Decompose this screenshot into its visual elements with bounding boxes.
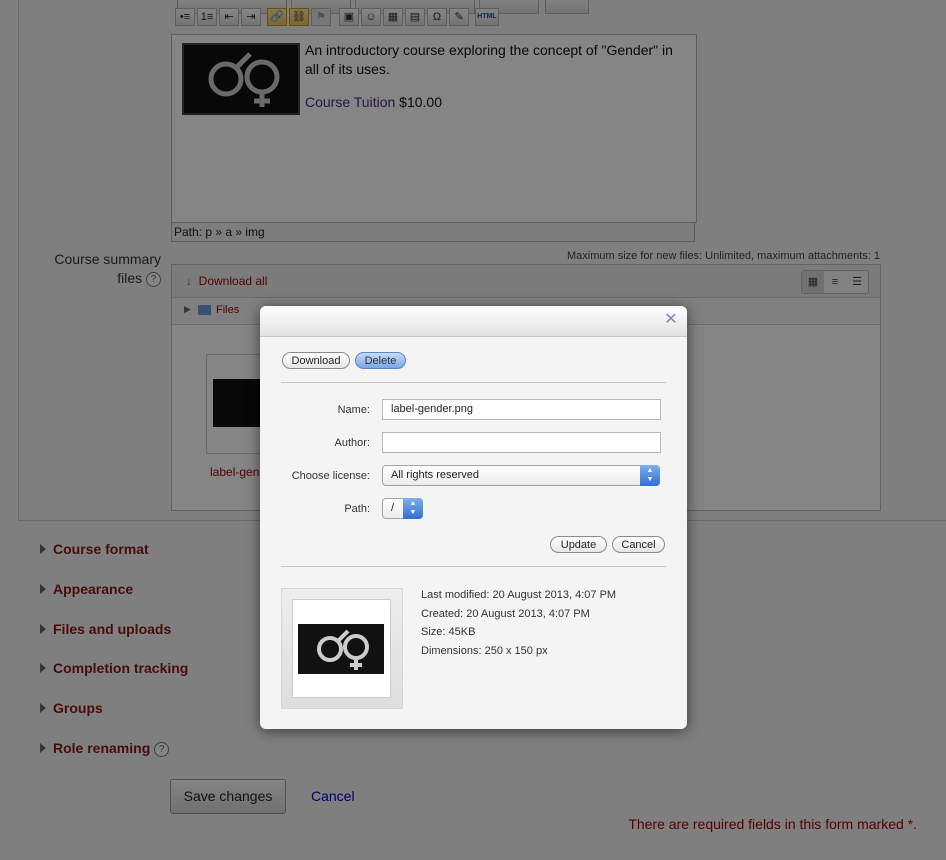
license-label: Choose license: bbox=[291, 470, 370, 482]
image-dimensions: Dimensions: 250 x 150 px bbox=[421, 645, 548, 657]
file-preview bbox=[281, 588, 403, 709]
file-details-dialog: ✕ Download Delete Name: label-gender.png… bbox=[260, 306, 687, 729]
name-field[interactable]: label-gender.png bbox=[382, 399, 661, 420]
close-icon[interactable]: ✕ bbox=[663, 312, 679, 328]
path-select[interactable]: / ▲ ▼ bbox=[382, 498, 423, 519]
last-modified: Last modified: 20 August 2013, 4:07 PM bbox=[421, 589, 617, 601]
author-field[interactable] bbox=[382, 432, 661, 453]
author-label: Author: bbox=[334, 437, 370, 449]
license-select[interactable]: All rights reserved ▲ ▼ bbox=[382, 465, 660, 486]
dialog-titlebar: ✕ bbox=[260, 306, 687, 337]
path-value: / bbox=[391, 502, 395, 514]
name-label: Name: bbox=[337, 404, 370, 416]
download-button[interactable]: Download bbox=[282, 352, 350, 369]
divider bbox=[281, 566, 666, 567]
preview-frame bbox=[292, 599, 391, 698]
delete-button[interactable]: Delete bbox=[355, 352, 406, 369]
update-button[interactable]: Update bbox=[550, 536, 607, 553]
license-value: All rights reserved bbox=[391, 469, 480, 481]
dialog-cancel-button[interactable]: Cancel bbox=[612, 536, 665, 553]
select-arrows-icon: ▲ ▼ bbox=[403, 498, 423, 519]
preview-image bbox=[298, 624, 384, 674]
created-date: Created: 20 August 2013, 4:07 PM bbox=[421, 608, 590, 620]
divider bbox=[281, 382, 666, 383]
path-label: Path: bbox=[344, 503, 370, 515]
file-size: Size: 45KB bbox=[421, 626, 476, 638]
select-arrows-icon: ▲ ▼ bbox=[640, 465, 660, 486]
